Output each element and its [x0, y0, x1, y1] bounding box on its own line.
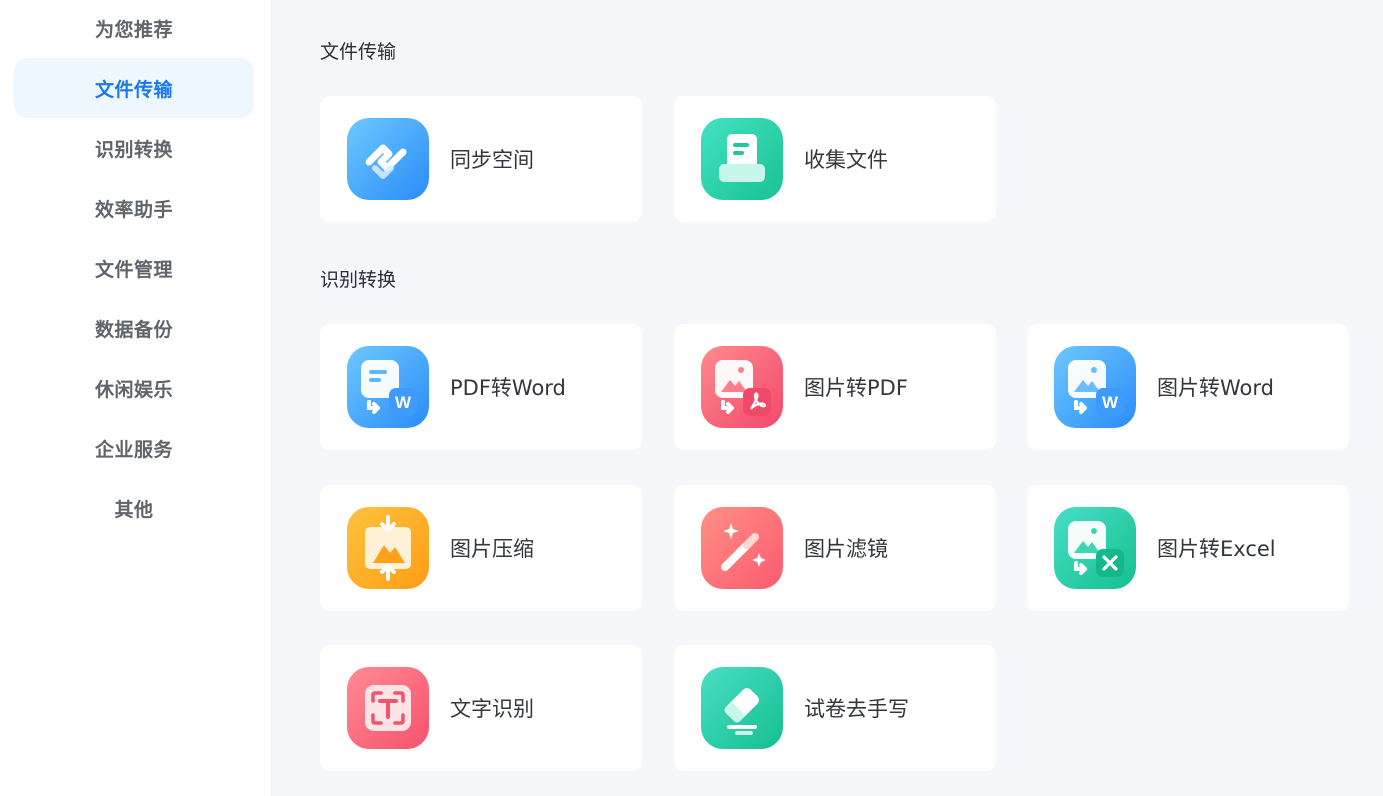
sidebar-item-data-backup[interactable]: 数据备份: [14, 298, 254, 358]
image-compress-icon: [347, 507, 429, 589]
tool-card-label: 图片转Word: [1157, 376, 1274, 400]
sidebar-item-recognition-conversion[interactable]: 识别转换: [14, 118, 254, 178]
app-window: 为您推荐 文件传输 识别转换 效率助手 文件管理 数据备份 休闲娱乐 企业服务 …: [0, 0, 1383, 796]
sync-space-icon: [347, 118, 429, 200]
collect-files-icon: [701, 118, 783, 200]
sidebar-item-enterprise-services[interactable]: 企业服务: [14, 418, 254, 478]
sidebar-item-recommended[interactable]: 为您推荐: [14, 0, 254, 58]
main-content: 文件传输 同步空间 收集文件 识别转换 W PDF转Word 图片转PDF W …: [272, 0, 1383, 796]
tool-card-label: 图片转PDF: [804, 376, 908, 400]
tool-card-image-compress[interactable]: 图片压缩: [320, 485, 642, 611]
sidebar-item-efficiency-assistant[interactable]: 效率助手: [14, 178, 254, 238]
tool-card-label: 文字识别: [450, 697, 534, 721]
tool-card-label: PDF转Word: [450, 376, 566, 400]
sidebar-item-other[interactable]: 其他: [14, 478, 254, 538]
tool-card-text-recognition[interactable]: 文字识别: [320, 645, 642, 771]
tool-card-image-to-excel[interactable]: 图片转Excel: [1027, 485, 1349, 611]
tool-card-image-to-pdf[interactable]: 图片转PDF: [674, 324, 996, 450]
pdf-to-word-icon: W: [347, 346, 429, 428]
remove-handwriting-icon: [701, 667, 783, 749]
tool-card-label: 收集文件: [804, 148, 888, 172]
tool-card-label: 试卷去手写: [804, 697, 909, 721]
text-recognition-icon: [347, 667, 429, 749]
section-title-recognition-conversion: 识别转换: [320, 269, 397, 291]
image-filter-icon: [701, 507, 783, 589]
section-title-file-transfer: 文件传输: [320, 41, 397, 63]
image-to-excel-icon: [1054, 507, 1136, 589]
tool-card-label: 图片转Excel: [1157, 537, 1276, 561]
sidebar-item-file-management[interactable]: 文件管理: [14, 238, 254, 298]
tool-card-label: 图片压缩: [450, 537, 534, 561]
svg-text:W: W: [1102, 393, 1119, 412]
tool-card-label: 同步空间: [450, 148, 534, 172]
tool-card-image-to-word[interactable]: W 图片转Word: [1027, 324, 1349, 450]
svg-text:W: W: [395, 393, 412, 412]
tool-card-remove-handwriting[interactable]: 试卷去手写: [674, 645, 996, 771]
tool-card-pdf-to-word[interactable]: W PDF转Word: [320, 324, 642, 450]
image-to-word-icon: W: [1054, 346, 1136, 428]
sidebar-item-leisure[interactable]: 休闲娱乐: [14, 358, 254, 418]
tool-card-image-filter[interactable]: 图片滤镜: [674, 485, 996, 611]
sidebar-item-file-transfer[interactable]: 文件传输: [14, 58, 254, 118]
tool-card-sync-space[interactable]: 同步空间: [320, 96, 642, 222]
tool-card-label: 图片滤镜: [804, 537, 888, 561]
tool-card-collect-files[interactable]: 收集文件: [674, 96, 996, 222]
category-sidebar: 为您推荐 文件传输 识别转换 效率助手 文件管理 数据备份 休闲娱乐 企业服务 …: [0, 0, 272, 796]
image-to-pdf-icon: [701, 346, 783, 428]
